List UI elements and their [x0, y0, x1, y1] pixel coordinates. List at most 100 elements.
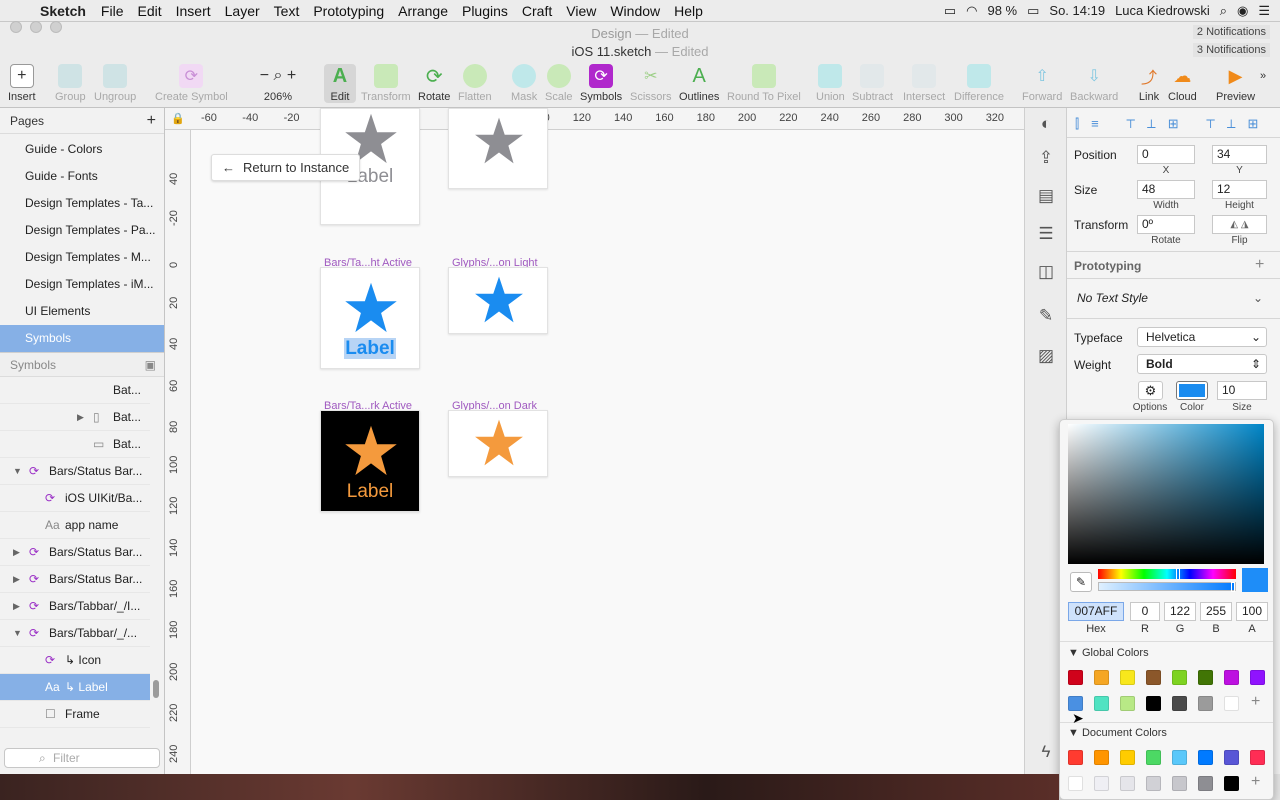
document-color-swatch[interactable] — [1068, 776, 1083, 791]
eyedropper-icon[interactable]: ✎ — [1070, 572, 1092, 592]
insert-button[interactable]: + Insert — [8, 64, 36, 103]
document-color-swatch[interactable] — [1146, 776, 1161, 791]
symbol-artboard[interactable]: Label — [320, 267, 420, 369]
symbol-artboard[interactable] — [448, 410, 548, 477]
weight-select[interactable]: Bold ⇕ — [1137, 354, 1267, 374]
global-color-swatch[interactable] — [1094, 696, 1109, 711]
menu-craft[interactable]: Craft — [515, 3, 559, 19]
export-icon[interactable]: ⇪ — [1034, 146, 1058, 170]
height-input[interactable]: 12 — [1212, 180, 1267, 199]
page-item[interactable]: Design Templates - M... — [0, 244, 164, 271]
layer-row[interactable]: Bat... — [0, 377, 150, 404]
layer-row[interactable]: ⟳ iOS UIKit/Ba... — [0, 485, 150, 512]
symbol-artboard[interactable]: Label — [320, 410, 420, 512]
notifications-badge-2[interactable]: 3 Notifications — [1192, 43, 1270, 57]
document-color-swatch[interactable] — [1068, 750, 1083, 765]
layers-scrollbar[interactable] — [153, 680, 159, 698]
page-item[interactable]: Guide - Fonts — [0, 163, 164, 190]
intersect-button[interactable]: Intersect — [903, 64, 945, 103]
saturation-brightness-area[interactable] — [1068, 424, 1264, 564]
alpha-slider[interactable] — [1098, 582, 1236, 592]
global-color-swatch[interactable] — [1068, 670, 1083, 685]
global-color-swatch[interactable] — [1224, 670, 1239, 685]
global-color-swatch[interactable] — [1224, 696, 1239, 711]
disclosure-open-icon[interactable]: ▼ — [13, 466, 22, 476]
edit-button[interactable]: A Edit — [324, 64, 356, 103]
menu-layer[interactable]: Layer — [218, 3, 267, 19]
siri-icon[interactable]: ◉ — [1237, 3, 1248, 19]
font-size-input[interactable]: 10 — [1217, 381, 1267, 400]
document-colors-header[interactable]: ▼ Document Colors — [1068, 727, 1167, 739]
notification-center-icon[interactable]: ☰ — [1258, 3, 1270, 19]
menu-prototyping[interactable]: Prototyping — [306, 3, 391, 19]
image-icon[interactable]: ▨ — [1034, 344, 1058, 368]
layer-row[interactable]: ▶ ⟳ Bars/Tabbar/_/I... — [0, 593, 150, 620]
typeface-select[interactable]: Helvetica ⌄ — [1137, 327, 1267, 347]
page-item[interactable]: UI Elements — [0, 298, 164, 325]
layer-row[interactable]: ▶ ▯ Bat... — [0, 404, 150, 431]
hue-handle[interactable] — [1176, 568, 1180, 580]
page-item-selected[interactable]: Symbols — [0, 325, 164, 352]
battery-text[interactable]: 98 % — [987, 3, 1017, 18]
hex-input[interactable]: 007AFF — [1068, 602, 1124, 621]
disclosure-closed-icon[interactable]: ▶ — [13, 547, 20, 558]
document-color-swatch[interactable] — [1172, 776, 1187, 791]
document-color-swatch[interactable] — [1172, 750, 1187, 765]
global-colors-header[interactable]: ▼ Global Colors — [1068, 647, 1149, 659]
global-color-swatch[interactable] — [1146, 696, 1161, 711]
red-input[interactable]: 0 — [1130, 602, 1160, 621]
global-color-swatch[interactable] — [1198, 670, 1213, 685]
mask-button[interactable]: Mask — [511, 64, 537, 103]
text-options-button[interactable]: ⚙ — [1138, 381, 1163, 400]
alpha-handle[interactable] — [1231, 582, 1235, 592]
ruler-left[interactable]: 40 -20 0 20 40 60 80 100 120 140 160 180 200 220 240 — [165, 130, 191, 774]
document-color-swatch[interactable] — [1120, 776, 1135, 791]
menu-app[interactable]: Sketch — [36, 3, 94, 19]
global-color-swatch[interactable] — [1250, 670, 1265, 685]
document-color-swatch[interactable] — [1224, 750, 1239, 765]
layer-row[interactable]: ⟳ ↳ Icon — [0, 647, 150, 674]
wifi-icon[interactable]: ◠ — [966, 3, 977, 19]
document-color-swatch[interactable] — [1146, 750, 1161, 765]
flatten-button[interactable]: Flatten — [458, 64, 492, 103]
document-color-swatch[interactable] — [1250, 750, 1265, 765]
global-color-swatch[interactable] — [1094, 670, 1109, 685]
text-style-select[interactable]: No Text Style ⌄ — [1071, 286, 1271, 310]
menu-file[interactable]: File — [94, 3, 131, 19]
page-item[interactable]: Design Templates - iM... — [0, 271, 164, 298]
add-color-icon[interactable]: + — [1251, 693, 1260, 711]
global-color-swatch[interactable] — [1198, 696, 1213, 711]
transform-button[interactable]: Transform — [361, 64, 411, 103]
lightning-icon[interactable]: ϟ — [1034, 740, 1058, 764]
document-color-swatch[interactable] — [1198, 776, 1213, 791]
clock[interactable]: So. 14:19 — [1049, 3, 1105, 18]
global-color-swatch[interactable] — [1172, 696, 1187, 711]
flip-buttons[interactable]: ◭ ◮ — [1212, 215, 1267, 234]
settings-tab-icon[interactable]: ◐ — [1034, 112, 1058, 136]
zoom-control[interactable]: − ⌕ + 206% — [250, 64, 306, 103]
global-color-swatch[interactable] — [1146, 670, 1161, 685]
outlines-button[interactable]: A Outlines — [679, 64, 719, 104]
layer-row[interactable]: ▼ ⟳ Bars/Status Bar... — [0, 458, 150, 485]
menu-view[interactable]: View — [559, 3, 603, 19]
collapse-icon[interactable]: ▣ — [145, 358, 156, 372]
global-color-swatch[interactable] — [1120, 696, 1135, 711]
group-button[interactable]: Group — [55, 64, 86, 103]
add-prototyping-icon[interactable]: + — [1255, 256, 1264, 274]
subtract-button[interactable]: Subtract — [852, 64, 893, 103]
add-color-icon[interactable]: + — [1251, 773, 1260, 791]
document-color-swatch[interactable] — [1198, 750, 1213, 765]
layer-row[interactable]: Aa app name — [0, 512, 150, 539]
rotate-button[interactable]: ⟳ Rotate — [418, 64, 450, 104]
menu-window[interactable]: Window — [603, 3, 667, 19]
disclosure-open-icon[interactable]: ▼ — [13, 628, 22, 638]
canvas[interactable]: -60 -40 -20 0 20 40 60 80 100 120 140 160 180 200 220 2… — [165, 108, 1024, 774]
menu-edit[interactable]: Edit — [130, 3, 168, 19]
list-icon[interactable]: ☰ — [1034, 222, 1058, 246]
add-page-icon[interactable]: + — [147, 112, 156, 130]
green-input[interactable]: 122 — [1164, 602, 1196, 621]
disclosure-closed-icon[interactable]: ▶ — [13, 601, 20, 612]
layer-row[interactable]: ▶⟳Bars/Tabbar/_/... — [0, 728, 150, 732]
ruler-top[interactable]: -60-40-200204060801001201401601802002202… — [165, 108, 1024, 130]
document-color-swatch[interactable] — [1094, 750, 1109, 765]
